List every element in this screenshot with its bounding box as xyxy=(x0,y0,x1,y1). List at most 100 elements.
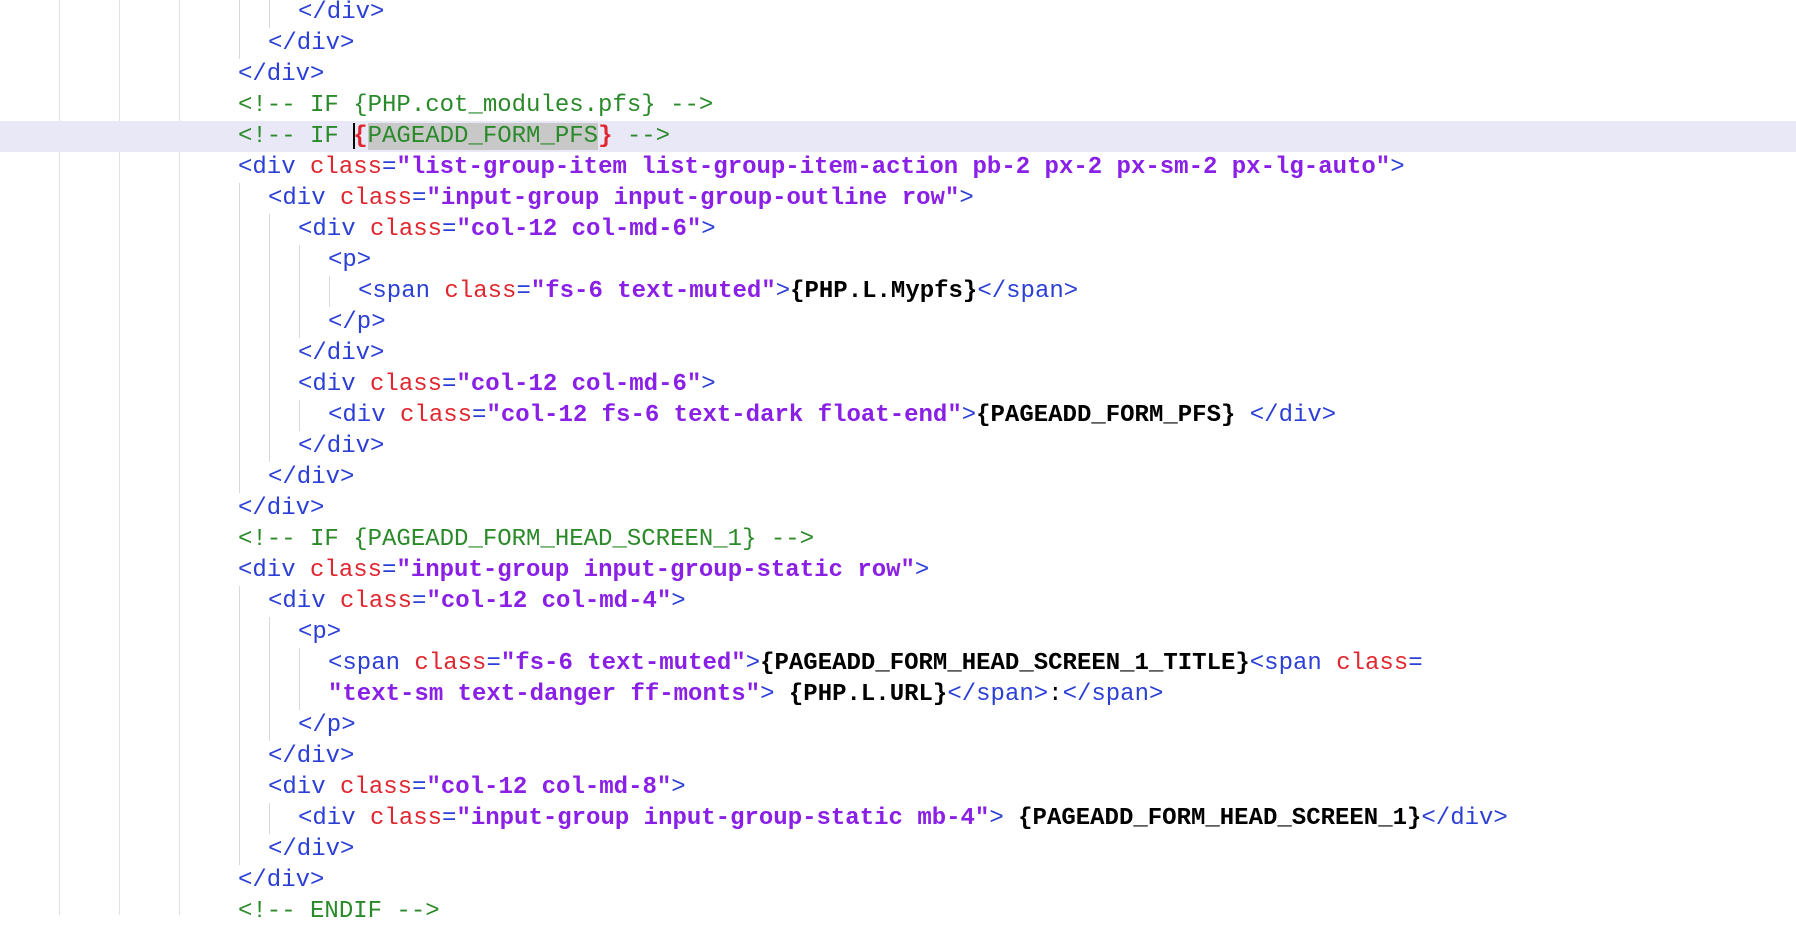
line-tokens: </div> xyxy=(298,0,384,28)
token-tag: </div> xyxy=(268,30,355,57)
token-str: "fs-6 text-muted" xyxy=(500,650,746,677)
token-sel: PAGEADD_FORM_PFS xyxy=(367,123,599,150)
code-line[interactable]: <span class="fs-6 text-muted">{PHP.L.Myp… xyxy=(0,276,1796,307)
token-str: "col-12 col-md-6" xyxy=(456,216,702,243)
code-line[interactable]: <p> xyxy=(0,245,1796,276)
token-tag: </div> xyxy=(1249,402,1337,429)
code-line[interactable]: </p> xyxy=(0,710,1796,741)
token-eq: = xyxy=(442,216,457,243)
token-brace: { xyxy=(353,123,368,150)
code-line[interactable]: <span class="fs-6 text-muted">{PAGEADD_F… xyxy=(0,648,1796,679)
token-tag: > xyxy=(701,216,716,243)
token-tag: </div> xyxy=(268,836,355,863)
token-attr: class xyxy=(1336,650,1409,677)
token-str: "input-group input-group-outline row" xyxy=(426,185,960,212)
line-tokens: </div> xyxy=(268,834,354,865)
code-line[interactable]: <!-- IF {PAGEADD_FORM_HEAD_SCREEN_1} --> xyxy=(0,524,1796,555)
code-line[interactable]: <p> xyxy=(0,617,1796,648)
token-tag: </div> xyxy=(238,867,325,894)
code-line[interactable]: "text-sm text-danger ff-monts"> {PHP.L.U… xyxy=(0,679,1796,710)
code-line[interactable]: </div> xyxy=(0,59,1796,90)
token-attr: class xyxy=(340,774,413,801)
token-attr: class xyxy=(400,402,473,429)
line-tokens: <div class="col-12 col-md-4"> xyxy=(268,586,686,617)
token-cmt: <!-- ENDIF --> xyxy=(238,898,440,925)
code-line[interactable]: </div> xyxy=(0,834,1796,865)
line-tokens: "text-sm text-danger ff-monts"> {PHP.L.U… xyxy=(328,679,1163,710)
code-line[interactable]: <div class="input-group input-group-outl… xyxy=(0,183,1796,214)
token-str: "text-sm text-danger ff-monts" xyxy=(328,681,761,708)
token-tag: </span> xyxy=(1062,681,1164,708)
code-line[interactable]: </div> xyxy=(0,28,1796,59)
code-line[interactable]: </div> xyxy=(0,462,1796,493)
line-tokens: </p> xyxy=(328,307,386,338)
token-tpl: {PAGEADD_FORM_HEAD_SCREEN_1} xyxy=(1018,805,1422,832)
token-tag: <div xyxy=(268,774,341,801)
current-line[interactable]: <!-- IF {PAGEADD_FORM_PFS} --> xyxy=(0,121,1796,152)
code-line[interactable]: <!-- ENDIF --> xyxy=(0,896,1796,927)
token-tag: > xyxy=(775,278,791,305)
token-tag: > xyxy=(760,681,775,708)
line-tokens: <div class="input-group input-group-stat… xyxy=(298,803,1508,834)
token-tag: > xyxy=(1390,154,1405,181)
token-tag: <div xyxy=(298,216,371,243)
code-line[interactable]: <div class="col-12 col-md-8"> xyxy=(0,772,1796,803)
token-attr: class xyxy=(310,557,383,584)
code-line[interactable]: </p> xyxy=(0,307,1796,338)
token-attr: class xyxy=(340,588,413,615)
token-tag: > xyxy=(989,805,1004,832)
token-tag: <div xyxy=(298,805,371,832)
token-eq: = xyxy=(516,278,531,305)
line-tokens: <p> xyxy=(298,617,341,648)
code-editor[interactable]: </div> </div> </div> <!-- IF {PHP.cot_modul… xyxy=(0,0,1796,925)
code-line[interactable]: <div class="col-12 col-md-6"> xyxy=(0,214,1796,245)
token-str: "col-12 fs-6 text-dark float-end" xyxy=(486,402,962,429)
token-tag: <div xyxy=(238,154,311,181)
code-line[interactable]: </div> xyxy=(0,338,1796,369)
token-str: "fs-6 text-muted" xyxy=(530,278,776,305)
token-tag: </div> xyxy=(238,61,325,88)
code-line[interactable]: <div class="col-12 col-md-6"> xyxy=(0,369,1796,400)
token-attr: class xyxy=(370,371,443,398)
line-tokens: <div class="col-12 col-md-6"> xyxy=(298,214,716,245)
code-line[interactable]: <div class="col-12 col-md-4"> xyxy=(0,586,1796,617)
token-tag: </p> xyxy=(298,712,356,739)
line-tokens: <div class="input-group input-group-stat… xyxy=(238,555,929,586)
code-line[interactable]: <div class="input-group input-group-stat… xyxy=(0,555,1796,586)
code-line[interactable]: </div> xyxy=(0,431,1796,462)
code-line[interactable]: <div class="input-group input-group-stat… xyxy=(0,803,1796,834)
code-line[interactable]: <div class="col-12 fs-6 text-dark float-… xyxy=(0,400,1796,431)
token-tag: </div> xyxy=(298,433,385,460)
token-eq: = xyxy=(382,154,397,181)
code-line[interactable]: </div> xyxy=(0,0,1796,28)
token-str: "col-12 col-md-4" xyxy=(426,588,672,615)
line-tokens: </p> xyxy=(298,710,356,741)
code-line[interactable]: <div class="list-group-item list-group-i… xyxy=(0,152,1796,183)
code-line[interactable]: <!-- IF {PHP.cot_modules.pfs} --> xyxy=(0,90,1796,121)
code-line[interactable]: </div> xyxy=(0,741,1796,772)
token-tag: <span xyxy=(1249,650,1337,677)
line-tokens: </div> xyxy=(268,28,354,59)
token-eq: = xyxy=(412,588,427,615)
line-tokens: <p> xyxy=(328,245,371,276)
token-attr: class xyxy=(340,185,413,212)
token-str: "col-12 col-md-6" xyxy=(456,371,702,398)
token-str: "input-group input-group-static row" xyxy=(396,557,915,584)
code-line[interactable]: </div> xyxy=(0,493,1796,524)
token-str: "col-12 col-md-8" xyxy=(426,774,672,801)
token-tag: </div> xyxy=(1421,805,1508,832)
line-tokens: <div class="col-12 fs-6 text-dark float-… xyxy=(328,400,1336,431)
token-cmt: <!-- IF xyxy=(238,123,354,150)
token-str: "input-group input-group-static mb-4" xyxy=(456,805,990,832)
line-tokens: </div> xyxy=(298,338,384,369)
token-tpl: {PHP.L.Mypfs} xyxy=(790,278,978,305)
token-eq: = xyxy=(486,650,501,677)
line-tokens: <div class="list-group-item list-group-i… xyxy=(238,152,1405,183)
line-tokens: </div> xyxy=(268,462,354,493)
token-str: "list-group-item list-group-item-action … xyxy=(396,154,1391,181)
token-eq: = xyxy=(442,805,457,832)
line-tokens: <div class="col-12 col-md-6"> xyxy=(298,369,716,400)
token-cmt: <!-- IF {PHP.cot_modules.pfs} --> xyxy=(238,92,714,119)
code-line[interactable]: </div> xyxy=(0,865,1796,896)
